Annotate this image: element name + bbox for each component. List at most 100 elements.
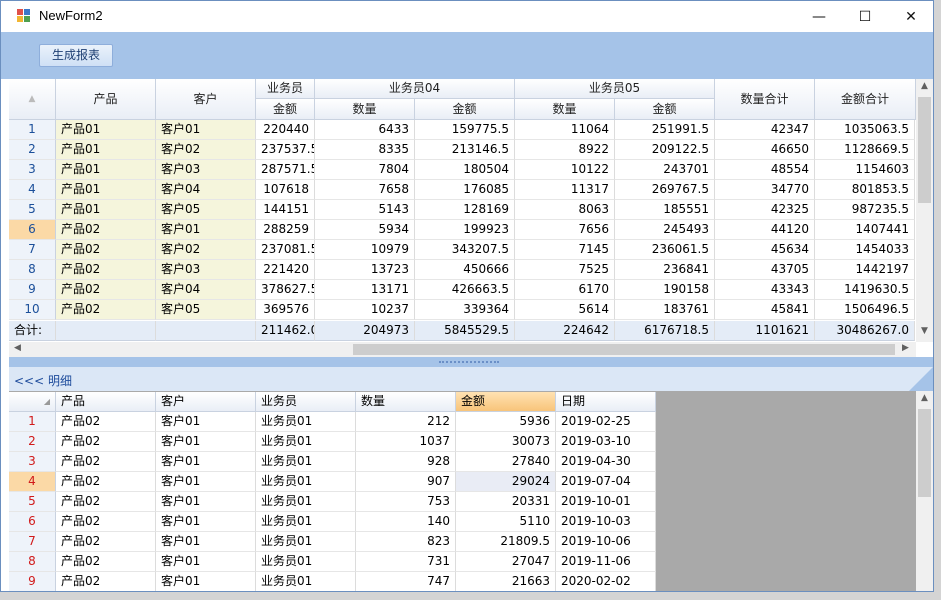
product-cell[interactable]: 产品02 [56,260,156,280]
product-cell[interactable]: 产品01 [56,160,156,180]
detail-cell[interactable]: 客户01 [156,412,256,432]
maximize-button[interactable]: ☐ [842,1,888,32]
value-cell[interactable]: 221420 [256,260,315,280]
title-bar[interactable]: NewForm2 — ☐ ✕ [1,1,933,32]
detail-cell[interactable]: 212 [356,412,456,432]
value-cell[interactable]: 13171 [315,280,415,300]
value-cell[interactable]: 243701 [615,160,715,180]
value-cell[interactable]: 369576 [256,300,315,320]
detail-cell[interactable]: 产品02 [56,492,156,512]
value-cell[interactable]: 34770 [715,180,815,200]
detail-scroll-up-icon[interactable]: ▲ [916,393,933,403]
detail-corner-cell[interactable]: ◢ [9,392,56,412]
value-cell[interactable]: 987235.5 [815,200,915,220]
value-cell[interactable]: 42347 [715,120,815,140]
detail-cell[interactable]: 20331 [456,492,556,512]
subheader-2[interactable]: 金额 [415,99,515,120]
product-cell[interactable]: 产品01 [56,180,156,200]
detail-cell[interactable]: 产品02 [56,532,156,552]
customer-cell[interactable]: 客户03 [156,160,256,180]
value-cell[interactable]: 1035063.5 [815,120,915,140]
detail-row-header[interactable]: 9 [9,572,56,591]
hscroll-thumb[interactable] [353,344,895,355]
pivot-grid[interactable]: ▲ 产品 客户 业务员 业务员04 业务员05 数量合计 金额合计 金额 数量 金额 数量 金额 1 产品0… [9,79,933,357]
value-cell[interactable]: 5934 [315,220,415,240]
detail-cell[interactable]: 业务员01 [256,472,356,492]
detail-cell[interactable]: 27840 [456,452,556,472]
subheader-3[interactable]: 数量 [515,99,615,120]
detail-cell[interactable]: 业务员01 [256,452,356,472]
detail-toggle-link[interactable]: <<< 明细 [14,372,72,389]
detail-cell[interactable]: 5110 [456,512,556,532]
header-customer[interactable]: 客户 [156,79,256,120]
value-cell[interactable]: 45841 [715,300,815,320]
detail-cell[interactable]: 21809.5 [456,532,556,552]
value-cell[interactable]: 245493 [615,220,715,240]
detail-cell[interactable]: 业务员01 [256,572,356,591]
splitter[interactable] [9,357,933,367]
detail-cell[interactable]: 客户01 [156,452,256,472]
scroll-right-icon[interactable]: ▶ [897,343,914,353]
detail-cell[interactable]: 客户01 [156,472,256,492]
detail-cell[interactable]: 928 [356,452,456,472]
product-cell[interactable]: 产品02 [56,280,156,300]
scroll-down-icon[interactable]: ▼ [916,326,933,336]
detail-row-header[interactable]: 4 [9,472,56,492]
detail-header[interactable]: 数量 [356,392,456,412]
value-cell[interactable]: 236061.5 [615,240,715,260]
detail-row-header[interactable]: 3 [9,452,56,472]
value-cell[interactable]: 10237 [315,300,415,320]
header-amount-total[interactable]: 金额合计 [815,79,916,120]
detail-cell[interactable]: 5936 [456,412,556,432]
product-cell[interactable]: 产品01 [56,200,156,220]
detail-cell[interactable]: 业务员01 [256,552,356,572]
product-cell[interactable]: 产品02 [56,240,156,260]
value-cell[interactable]: 185551 [615,200,715,220]
detail-cell[interactable]: 27047 [456,552,556,572]
header-salesperson-04[interactable]: 业务员04 [315,79,515,99]
value-cell[interactable]: 237537.5 [256,140,315,160]
detail-row-header[interactable]: 5 [9,492,56,512]
value-cell[interactable]: 43705 [715,260,815,280]
detail-cell[interactable]: 29024 [456,472,556,492]
detail-row-header[interactable]: 7 [9,532,56,552]
detail-cell[interactable]: 产品02 [56,472,156,492]
detail-cell[interactable]: 2020-02-02 [556,572,656,591]
detail-cell[interactable]: 21663 [456,572,556,591]
customer-cell[interactable]: 客户05 [156,300,256,320]
detail-cell[interactable]: 2019-10-06 [556,532,656,552]
detail-cell[interactable]: 客户01 [156,512,256,532]
detail-cell[interactable]: 2019-02-25 [556,412,656,432]
value-cell[interactable]: 288259 [256,220,315,240]
value-cell[interactable]: 11064 [515,120,615,140]
close-button[interactable]: ✕ [888,1,933,32]
value-cell[interactable]: 450666 [415,260,515,280]
detail-cell[interactable]: 客户01 [156,572,256,591]
customer-cell[interactable]: 客户03 [156,260,256,280]
value-cell[interactable]: 128169 [415,200,515,220]
detail-cell[interactable]: 2019-10-03 [556,512,656,532]
value-cell[interactable]: 6433 [315,120,415,140]
detail-cell[interactable]: 业务员01 [256,432,356,452]
row-header[interactable]: 1 [9,120,56,140]
detail-cell[interactable]: 客户01 [156,432,256,452]
detail-cell[interactable]: 823 [356,532,456,552]
value-cell[interactable]: 1442197 [815,260,915,280]
detail-scroll-thumb[interactable] [918,409,931,497]
detail-cell[interactable]: 客户01 [156,532,256,552]
value-cell[interactable]: 237081.5 [256,240,315,260]
value-cell[interactable]: 107618 [256,180,315,200]
detail-cell[interactable]: 2019-07-04 [556,472,656,492]
detail-cell[interactable]: 产品02 [56,412,156,432]
detail-header[interactable]: 日期 [556,392,656,412]
value-cell[interactable]: 1128669.5 [815,140,915,160]
row-header[interactable]: 4 [9,180,56,200]
detail-cell[interactable]: 产品02 [56,432,156,452]
subheader-1[interactable]: 数量 [315,99,415,120]
detail-cell[interactable]: 2019-11-06 [556,552,656,572]
value-cell[interactable]: 183761 [615,300,715,320]
value-cell[interactable]: 7145 [515,240,615,260]
detail-cell[interactable]: 业务员01 [256,492,356,512]
value-cell[interactable]: 190158 [615,280,715,300]
value-cell[interactable]: 343207.5 [415,240,515,260]
